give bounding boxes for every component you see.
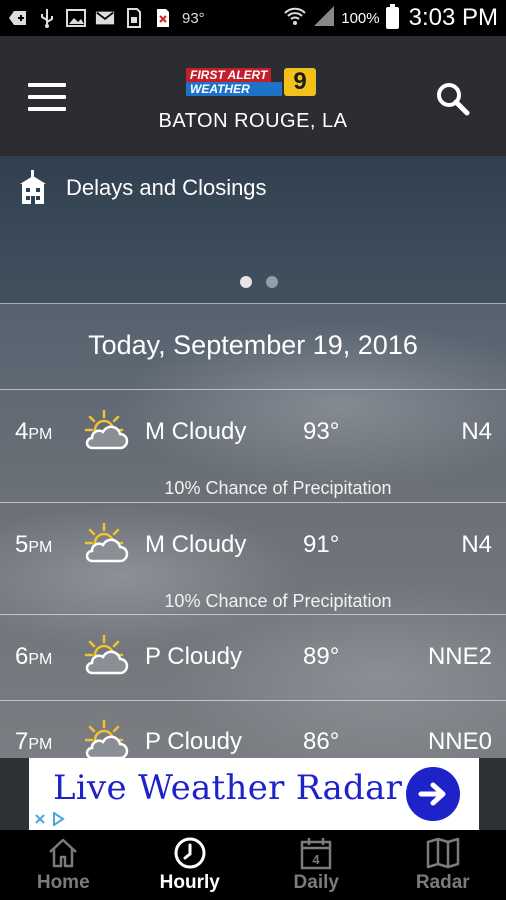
status-bar: 93° 100% 3:03 PM	[0, 0, 506, 36]
partly-cloudy-sun-icon	[84, 719, 129, 758]
calendar-icon: 4	[301, 838, 332, 870]
hour-label: 4PM	[15, 418, 53, 445]
wind-label: N4	[461, 418, 492, 445]
menu-icon[interactable]	[28, 83, 66, 111]
alert-carousel: Delays and Closings	[0, 156, 506, 304]
hourly-row[interactable]: 7PM P Cloudy 86° NNE0	[0, 700, 506, 758]
battery-percent: 100%	[341, 9, 380, 27]
location-label: BATON ROUGE, LA	[158, 110, 348, 132]
hourly-row[interactable]: 4PM M Cloudy 93° N4 10% Chance of Precip…	[0, 390, 506, 502]
nav-label: Hourly	[159, 872, 220, 893]
app-header: FIRST ALERT WEATHER 9 BATON ROUGE, LA	[0, 36, 506, 156]
home-icon	[49, 838, 78, 868]
logo-first-alert: FIRST ALERT	[186, 68, 272, 82]
image-icon	[66, 9, 86, 27]
delays-and-closings-label: Delays and Closings	[66, 175, 267, 200]
partly-cloudy-sun-icon	[84, 634, 129, 675]
mail-icon	[95, 9, 115, 27]
divider	[0, 303, 506, 304]
carousel-dot[interactable]	[240, 276, 252, 288]
logo-weather: WEATHER	[186, 82, 282, 96]
temperature-label: 93°	[303, 418, 340, 445]
date-heading: Today, September 19, 2016	[88, 330, 418, 360]
clock-icon	[174, 837, 206, 869]
map-icon	[426, 837, 459, 869]
usb-icon	[37, 9, 57, 28]
status-temperature: 93°	[182, 9, 205, 27]
signal-icon	[313, 5, 335, 32]
precip-chance-label: 10% Chance of Precipitation	[164, 478, 392, 498]
arrow-right-icon[interactable]	[406, 767, 460, 821]
search-icon[interactable]	[435, 81, 471, 117]
hour-label: 7PM	[15, 728, 53, 755]
hourly-row[interactable]: 5PM M Cloudy 91° N4 10% Chance of Precip…	[0, 503, 506, 615]
nav-label: Radar	[415, 872, 470, 893]
nav-label: Home	[36, 872, 90, 893]
condition-label: P Cloudy	[145, 728, 242, 755]
carousel-pager	[240, 276, 278, 288]
ad-content[interactable]: Live Weather Radar	[29, 758, 479, 830]
first-alert-weather-logo: FIRST ALERT WEATHER 9	[186, 68, 320, 98]
hour-label: 6PM	[15, 643, 53, 670]
nav-daily[interactable]: 4 Daily	[253, 830, 380, 900]
temperature-label: 91°	[303, 531, 340, 558]
delays-and-closings-link[interactable]: Delays and Closings	[18, 170, 267, 206]
status-clock: 3:03 PM	[408, 4, 498, 31]
svg-text:4: 4	[313, 852, 321, 867]
battery-icon	[385, 4, 399, 29]
condition-label: P Cloudy	[145, 643, 242, 670]
temperature-label: 86°	[303, 728, 340, 755]
wifi-icon	[283, 6, 307, 31]
hour-label: 5PM	[15, 531, 53, 558]
precip-chance-label: 10% Chance of Precipitation	[164, 591, 392, 611]
condition-label: M Cloudy	[145, 418, 247, 445]
partly-cloudy-sun-icon	[84, 409, 129, 450]
partly-cloudy-sun-icon	[84, 522, 129, 563]
wind-label: NNE2	[427, 643, 492, 670]
blocked-sim-icon	[153, 9, 173, 27]
school-icon	[20, 170, 46, 204]
wind-label: NNE0	[427, 728, 492, 755]
condition-label: M Cloudy	[145, 531, 247, 558]
ad-headline: Live Weather Radar	[53, 768, 403, 808]
nav-home[interactable]: Home	[0, 830, 127, 900]
ad-banner: Live Weather Radar	[0, 758, 506, 830]
nav-label: Daily	[293, 872, 339, 893]
nav-hourly[interactable]: Hourly	[127, 830, 254, 900]
carousel-dot[interactable]	[266, 276, 278, 288]
logo-channel: 9	[284, 68, 316, 96]
wind-label: N4	[461, 531, 492, 558]
temperature-label: 89°	[303, 643, 340, 670]
sim-icon	[124, 8, 144, 28]
ad-choices-icon[interactable]	[29, 808, 73, 830]
bottom-navigation: Home Hourly 4 Daily Radar	[0, 830, 506, 900]
add-notification-icon	[8, 9, 28, 27]
nav-radar[interactable]: Radar	[380, 830, 506, 900]
